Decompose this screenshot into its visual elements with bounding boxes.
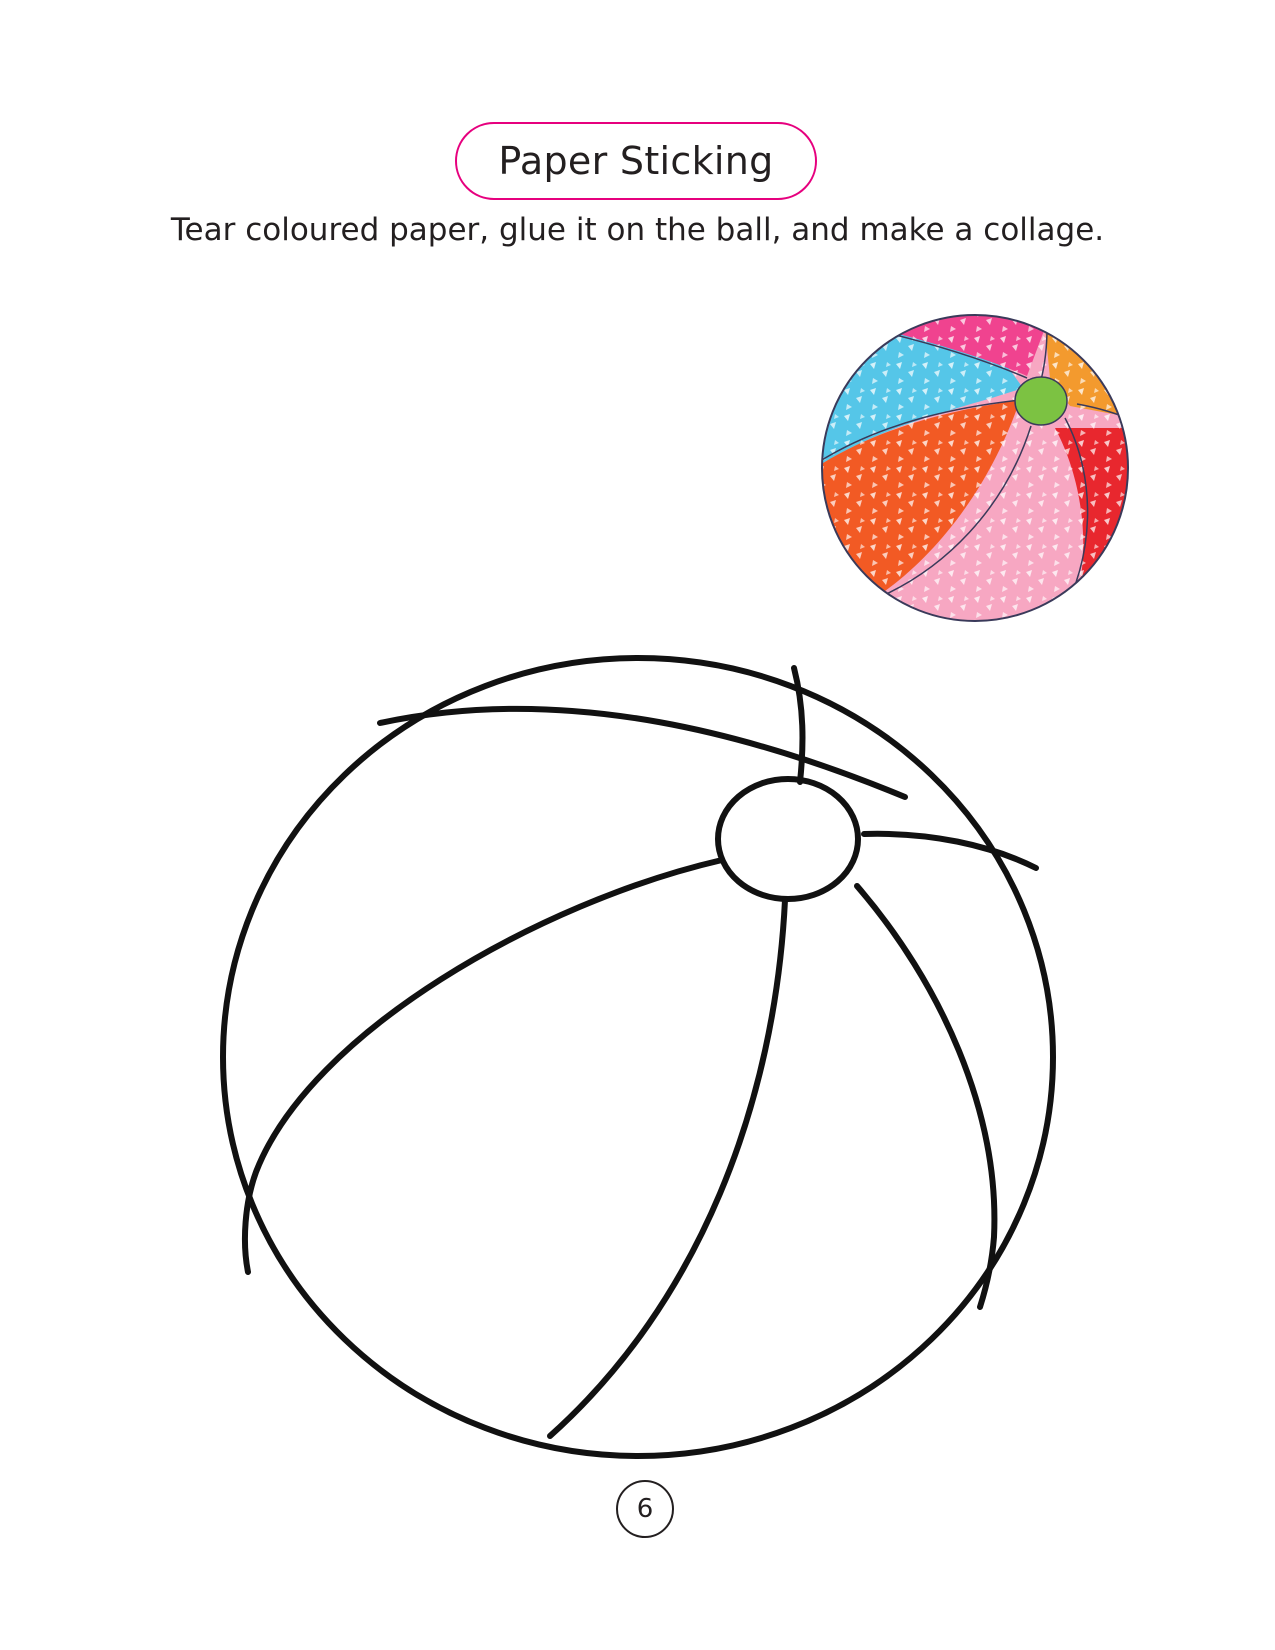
- page-number: 6: [616, 1480, 674, 1538]
- collage-beach-ball-example: [815, 308, 1135, 628]
- page-title: Paper Sticking: [455, 122, 817, 200]
- beach-ball-outline: [220, 652, 1056, 1462]
- page-title-text: Paper Sticking: [498, 139, 774, 183]
- beach-ball-outline-icon: [220, 655, 1056, 1459]
- page-number-text: 6: [636, 1494, 654, 1524]
- instruction-text: Tear coloured paper, glue it on the ball…: [170, 212, 1105, 248]
- collage-beach-ball-icon: [821, 314, 1129, 622]
